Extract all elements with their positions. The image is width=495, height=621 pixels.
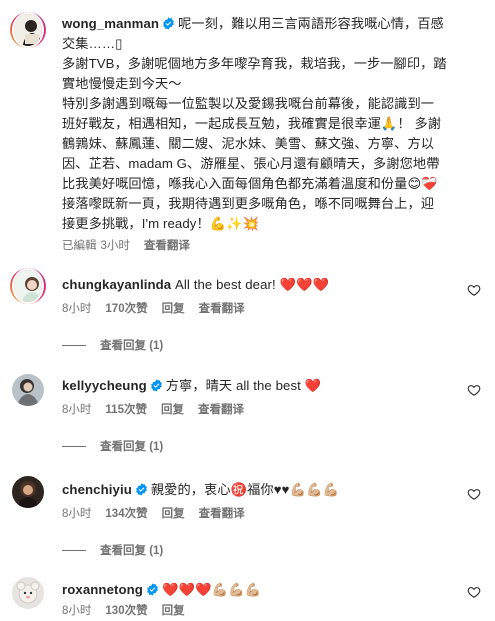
view-replies[interactable]: 查看回复 (1): [62, 438, 163, 454]
comment-likes[interactable]: 170次赞: [105, 300, 147, 316]
verified-badge-icon: [150, 379, 162, 392]
caption-line-9: 比我美好嘅回憶，喺我心入面每個角色都充滿着溫度和份量😊❤️‍🩹: [62, 176, 438, 191]
commenter-avatar[interactable]: [10, 474, 46, 510]
reply-button[interactable]: 回复: [162, 505, 185, 521]
reply-button[interactable]: 回复: [161, 401, 184, 417]
commenter-username[interactable]: roxannetong: [62, 582, 143, 597]
commenter-avatar[interactable]: [10, 268, 46, 304]
replies-divider: [62, 445, 86, 447]
comment-time[interactable]: 8小时: [62, 401, 91, 417]
view-replies[interactable]: 查看回复 (1): [62, 337, 163, 353]
comment-text: 方寧，晴天 all the best ❤️: [165, 378, 322, 393]
commenter-username[interactable]: chungkayanlinda: [62, 277, 171, 292]
like-heart-icon[interactable]: [467, 383, 481, 397]
comment-text: ❤️❤️❤️💪🏼💪🏼💪🏼: [161, 582, 262, 597]
comment-time[interactable]: 8小时: [62, 300, 91, 316]
view-replies[interactable]: 查看回复 (1): [62, 542, 163, 558]
commenter-avatar-image: [12, 577, 44, 609]
commenter-avatar[interactable]: [10, 372, 46, 408]
comment-likes[interactable]: 130次赞: [105, 602, 147, 618]
caption-line-4: 實地慢慢走到今天～: [62, 76, 182, 91]
verified-badge-icon: [136, 483, 147, 496]
author-avatar-image: [12, 12, 44, 48]
comment-time[interactable]: 8小时: [62, 602, 91, 618]
commenter-avatar-image: [12, 476, 44, 508]
see-translation-link[interactable]: 查看翻译: [198, 401, 244, 417]
caption-line-11: 接更多挑戰，I'm ready！💪✨💥: [62, 216, 260, 231]
see-translation-link[interactable]: 查看翻译: [199, 300, 245, 316]
edited-label: 已編輯: [62, 240, 97, 252]
commenter-avatar-image: [12, 268, 44, 304]
author-username[interactable]: wong_manman: [62, 16, 159, 31]
reply-button[interactable]: 回复: [162, 300, 185, 316]
caption-line-6: 班好戰友，相遇相知，一起成長互勉，我確實是很幸運🙏！ 多謝: [62, 116, 442, 131]
verified-badge-icon: [163, 17, 174, 30]
replies-divider: [62, 344, 86, 346]
caption-line-7: 鶴鶉妹、蘇鳳蓮、關二嫂、泥水妹、美雪、蘇文強、方寧、方以: [62, 136, 435, 151]
like-heart-icon[interactable]: [467, 283, 481, 297]
verified-badge-icon: [147, 583, 158, 596]
view-replies-label[interactable]: 查看回复 (1): [100, 337, 163, 353]
view-replies-label[interactable]: 查看回复 (1): [100, 438, 163, 454]
comment-text: 親愛的，衷心㊗️福你♥♥💪🏼💪🏼💪🏼: [150, 482, 340, 497]
caption-line-5: 特別多謝遇到嘅每一位監製以及愛錫我嘅台前幕後，能認識到一: [62, 96, 435, 111]
see-translation-link[interactable]: 查看翻译: [144, 237, 190, 253]
commenter-avatar[interactable]: [10, 575, 46, 611]
caption-line-10: 接落嚟既新一頁，我期待遇到更多嘅角色，喺不同嘅舞台上，迎: [62, 196, 435, 211]
comment-time[interactable]: 8小时: [62, 505, 91, 521]
view-replies-label[interactable]: 查看回复 (1): [100, 542, 163, 558]
reply-button[interactable]: 回复: [162, 602, 185, 618]
caption-line-2: 交集……▯: [62, 36, 123, 51]
commenter-username[interactable]: kellyycheung: [62, 378, 147, 393]
caption-time[interactable]: 3小时: [101, 237, 130, 253]
author-avatar[interactable]: [10, 12, 46, 48]
caption-line-3: 多謝TVB，多謝呢個地方多年嚟孕育我，栽培我，一步一腳印，踏: [62, 56, 447, 71]
replies-divider: [62, 549, 86, 551]
comment-text: All the best dear! ❤️❤️❤️: [175, 277, 330, 292]
commenter-username[interactable]: chenchiyiu: [62, 482, 132, 497]
like-heart-icon[interactable]: [467, 487, 481, 501]
caption-line-8: 因、芷若、madam G、游雁星、張心月還有顧晴天，多謝您地帶: [62, 156, 440, 171]
comment-likes[interactable]: 134次赞: [105, 505, 147, 521]
like-heart-icon[interactable]: [467, 585, 481, 599]
comment-likes[interactable]: 115次赞: [105, 401, 147, 417]
commenter-avatar-image: [12, 374, 44, 406]
caption-line-1: 呢一刻，難以用三言兩語形容我嘅心情，百感: [178, 16, 444, 31]
see-translation-link[interactable]: 查看翻译: [199, 505, 245, 521]
